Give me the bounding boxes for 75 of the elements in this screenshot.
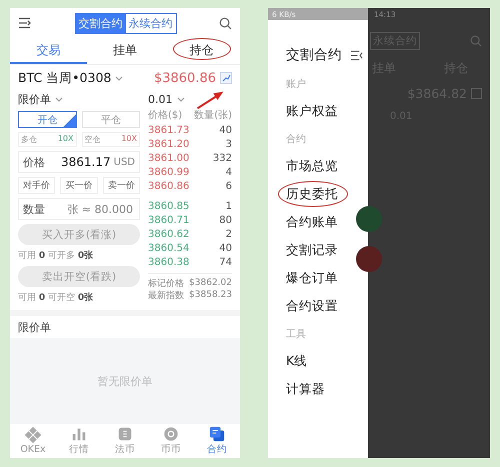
order-price: 3860.86 (148, 180, 190, 192)
order-amount: 4 (226, 166, 232, 178)
order-price: 3860.38 (148, 256, 190, 268)
empty-message: 暂无限价单 (98, 374, 152, 388)
caret-icon[interactable] (55, 96, 63, 102)
price-label: 最新指数 (148, 290, 184, 302)
menu-icon[interactable] (18, 17, 32, 29)
column-header: 价格($) (148, 108, 182, 122)
drawer-title: 交割合约 (286, 46, 342, 64)
search-icon[interactable] (219, 16, 232, 30)
order-price: 3861.73 (148, 124, 190, 136)
menu-item[interactable]: 合约账单 (286, 214, 338, 230)
menu-item[interactable]: 合约设置 (286, 298, 338, 314)
tab[interactable]: 挂单 (86, 38, 164, 64)
order-price: 3860.54 (148, 242, 190, 254)
order-amount: 332 (212, 152, 232, 164)
caret-icon[interactable] (115, 76, 124, 80)
order-price: 3860.71 (148, 214, 190, 226)
menu-item[interactable]: 爆仓订单 (286, 270, 338, 286)
order-price: 3860.99 (148, 166, 190, 178)
leverage-selector[interactable]: 多仓 10X (18, 132, 76, 147)
section-label: 账户 (286, 78, 306, 90)
order-price: 3861.20 (148, 138, 190, 150)
menu-icon[interactable] (350, 50, 363, 60)
step-dropdown[interactable]: 0.01 (148, 92, 172, 106)
menu-item[interactable]: 历史委托 (286, 186, 338, 202)
nav-tab[interactable]: 合约 (194, 424, 240, 458)
order-price: 3860.85 (148, 200, 190, 212)
availability-text: 可用 0 可开空 0张 (18, 291, 94, 304)
order-price: 3860.62 (148, 228, 190, 240)
round-button[interactable] (356, 246, 382, 272)
field-label: 数量 (23, 202, 45, 216)
column-header: 数量(张) (194, 108, 232, 122)
order-amount: 6 (226, 180, 232, 192)
price-value: $3858.23 (189, 290, 232, 300)
leverage-selector[interactable]: 空仓 10X (82, 132, 140, 147)
menu-item[interactable]: 市场总览 (286, 158, 338, 174)
order-amount: 40 (219, 124, 232, 136)
order-amount: 40 (219, 242, 232, 254)
price-label: 标记价格 (148, 278, 184, 290)
order-type-dropdown[interactable]: 限价单 (18, 92, 51, 106)
last-price: $3860.86 (154, 70, 216, 86)
bar-chart-icon (71, 426, 87, 442)
tab[interactable]: 交易 (10, 38, 87, 64)
order-amount: 80 (219, 214, 232, 226)
price-shortcut-button[interactable]: 对手价 (18, 177, 56, 194)
round-button[interactable] (356, 206, 382, 232)
logo-icon (25, 427, 41, 443)
order-amount: 1 (226, 200, 232, 212)
price-field[interactable]: 价格 3861.17 USD (18, 151, 140, 173)
section-label: 合约 (286, 132, 306, 146)
tab[interactable]: 持仓 (163, 38, 240, 64)
order-amount: 74 (219, 256, 232, 268)
order-amount: 3 (226, 138, 232, 150)
contract-name: BTC 当周•0308 (18, 70, 112, 86)
price-value: $3862.02 (189, 278, 232, 288)
price-shortcut-button[interactable]: 卖一价 (102, 177, 140, 194)
amount-input[interactable]: 张 ≈ 80.000 (48, 202, 135, 216)
section-label: 工具 (286, 328, 306, 340)
menu-item[interactable]: K线 (286, 352, 308, 370)
section-title: 限价单 (18, 320, 51, 334)
order-amount: 2 (226, 228, 232, 240)
nav-tab[interactable]: 行情 (56, 424, 102, 458)
chart-icon[interactable] (471, 88, 482, 98)
menu-item[interactable]: 账户权益 (286, 102, 338, 120)
menu-item[interactable]: 交割记录 (286, 242, 338, 258)
amount-field[interactable]: 数量 张 ≈ 80.000 (18, 198, 140, 220)
menu-item[interactable]: 计算器 (286, 380, 325, 398)
nav-tab[interactable]: 法币 (102, 424, 148, 458)
availability-text: 可用 0 可开多 0张 (18, 249, 94, 262)
order-price: 3861.00 (148, 152, 190, 164)
caret-icon[interactable] (176, 96, 184, 102)
price-shortcut-button[interactable]: 买一价 (60, 177, 98, 194)
mode-tab[interactable]: 开仓 (18, 111, 76, 128)
segment-tab[interactable]: 交割合约 (76, 14, 126, 32)
